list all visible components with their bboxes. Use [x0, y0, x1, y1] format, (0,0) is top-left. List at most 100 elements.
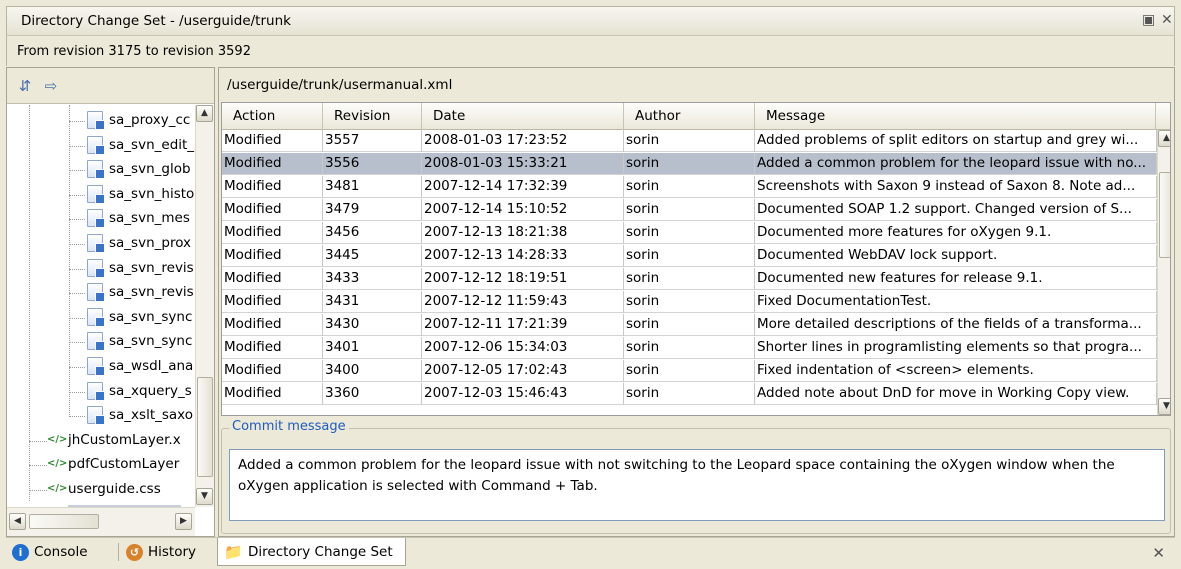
- tree-item-label: sa_svn_glob: [109, 161, 191, 178]
- scroll-up-arrow-icon[interactable]: ▲: [1158, 130, 1170, 147]
- tree-item-label: sa_svn_prox: [109, 235, 192, 251]
- table-row[interactable]: Modified 3430 2007-12-11 17:21:39 sorin More…: [222, 314, 1157, 336]
- tree-vertical-scrollbar[interactable]: ▲ ▼: [195, 105, 214, 507]
- cell-action: Modified: [222, 176, 323, 198]
- tree-item[interactable]: sa_proxy_cc: [87, 108, 190, 133]
- tree-item[interactable]: sa_wsdl_ana: [87, 354, 193, 379]
- view-tab-bar: i Console ↺ History 📁 Directory Change S…: [6, 537, 1175, 567]
- expand-icon[interactable]: ⇨: [41, 76, 61, 96]
- path-bar: /userguide/trunk/usermanual.xml: [219, 68, 1174, 102]
- table-row[interactable]: Modified 3456 2007-12-13 18:21:38 sorin Docu…: [222, 222, 1157, 244]
- tree-item[interactable]: </>pdfCustomLayer: [47, 452, 179, 477]
- history-icon: ↺: [126, 544, 143, 561]
- restore-window-icon[interactable]: ▣: [1142, 12, 1155, 28]
- tree-item-label: sa_svn_histo: [109, 185, 195, 202]
- table-row[interactable]: Modified 3360 2007-12-03 15:46:43 sorin Adde…: [222, 383, 1157, 405]
- file-icon: [87, 135, 105, 155]
- cell-revision: 3557: [323, 130, 422, 152]
- table-header: Action Revision Date Author Message: [222, 103, 1170, 130]
- column-header-author[interactable]: Author: [624, 103, 755, 130]
- column-header-revision[interactable]: Revision: [323, 103, 422, 130]
- column-header-date[interactable]: Date: [422, 103, 624, 130]
- cell-author: sorin: [624, 314, 755, 336]
- tree-item-label: sa_wsdl_ana: [109, 358, 194, 374]
- scroll-down-arrow-icon[interactable]: ▼: [196, 488, 213, 505]
- scroll-right-arrow-icon[interactable]: ▶: [175, 513, 192, 530]
- resource-tree-panel: ⇵ ⇨ sa_proxy_cc sa_svn_edit_ sa_svn_glob sa…: [6, 67, 215, 537]
- cell-action: Modified: [222, 291, 323, 313]
- cell-message: Documented new features for release 9.1.: [755, 268, 1157, 290]
- cell-author: sorin: [624, 130, 755, 152]
- column-header-message[interactable]: Message: [755, 103, 1156, 130]
- view-title-bar: Directory Change Set - /userguide/trunk …: [6, 6, 1175, 36]
- table-row[interactable]: Modified 3445 2007-12-13 14:28:33 sorin Docu…: [222, 245, 1157, 267]
- revisions-table[interactable]: Action Revision Date Author Message Modi…: [221, 102, 1171, 416]
- cell-revision: 3433: [323, 268, 422, 290]
- window-title: Directory Change Set - /userguide/trunk: [21, 13, 291, 29]
- cell-author: sorin: [624, 268, 755, 290]
- tree-horizontal-scrollbar[interactable]: ◀ ▶: [7, 507, 195, 536]
- scroll-down-arrow-icon[interactable]: ▼: [1158, 398, 1170, 415]
- table-row[interactable]: Modified 3479 2007-12-14 15:10:52 sorin Docu…: [222, 199, 1157, 221]
- table-row[interactable]: Modified 3556 2008-01-03 15:33:21 sorin Adde…: [222, 153, 1157, 175]
- revision-range-bar: From revision 3175 to revision 3592: [6, 36, 1175, 66]
- tab-history[interactable]: ↺ History: [122, 538, 216, 566]
- tab-directory-change-set-label: Directory Change Set: [248, 544, 393, 560]
- cell-message: Added problems of split editors on start…: [755, 130, 1157, 152]
- cell-date: 2007-12-12 18:19:51: [422, 268, 624, 290]
- commit-message-text[interactable]: Added a common problem for the leopard i…: [229, 449, 1165, 521]
- tree-item-label: pdfCustomLayer: [68, 456, 180, 473]
- tree-item[interactable]: sa_svn_revis: [87, 280, 194, 305]
- tree-item[interactable]: sa_svn_sync: [87, 305, 192, 330]
- resource-path: /userguide/trunk/usermanual.xml: [227, 77, 453, 93]
- tree-item[interactable]: sa_svn_edit_: [87, 133, 194, 158]
- tree-item[interactable]: sa_svn_sync: [87, 329, 192, 354]
- scroll-left-arrow-icon[interactable]: ◀: [9, 513, 26, 530]
- tree-item[interactable]: sa_svn_glob: [87, 157, 191, 182]
- cell-message: Documented WebDAV lock support.: [755, 245, 1157, 267]
- cell-revision: 3431: [323, 291, 422, 313]
- css-file-icon: </>: [47, 483, 68, 494]
- tree-item-label: sa_proxy_cc: [109, 112, 191, 128]
- close-icon[interactable]: ✕: [1161, 12, 1173, 28]
- cell-action: Modified: [222, 245, 323, 267]
- table-row[interactable]: Modified 3481 2007-12-14 17:32:39 sorin Scre…: [222, 176, 1157, 198]
- table-row[interactable]: Modified 3401 2007-12-06 15:34:03 sorin Shor…: [222, 337, 1157, 359]
- resource-tree[interactable]: sa_proxy_cc sa_svn_edit_ sa_svn_glob sa_svn…: [7, 105, 195, 507]
- revision-range-label: From revision 3175 to revision 3592: [17, 44, 251, 59]
- cell-action: Modified: [222, 383, 323, 405]
- cell-message: Screenshots with Saxon 9 instead of Saxo…: [755, 176, 1157, 198]
- table-row[interactable]: Modified 3557 2008-01-03 17:23:52 sorin Adde…: [222, 130, 1157, 152]
- table-vertical-scrollbar[interactable]: ▲ ▼: [1157, 130, 1170, 415]
- scroll-thumb[interactable]: [1159, 172, 1170, 258]
- cell-action: Modified: [222, 199, 323, 221]
- table-row[interactable]: Modified 3400 2007-12-05 17:02:43 sorin Fixe…: [222, 360, 1157, 382]
- table-row[interactable]: Modified 3433 2007-12-12 18:19:51 sorin Docu…: [222, 268, 1157, 290]
- tree-item[interactable]: sa_svn_revis: [87, 256, 194, 281]
- hscroll-thumb[interactable]: [29, 514, 99, 529]
- cell-date: 2007-12-13 14:28:33: [422, 245, 624, 267]
- tree-item[interactable]: sa_svn_prox: [87, 231, 191, 256]
- cell-date: 2007-12-14 17:32:39: [422, 176, 624, 198]
- scroll-thumb[interactable]: [197, 377, 213, 477]
- cell-revision: 3430: [323, 314, 422, 336]
- tree-item[interactable]: </>userguide.css: [47, 477, 161, 502]
- tree-item[interactable]: sa_xquery_s: [87, 379, 192, 404]
- scroll-up-arrow-icon[interactable]: ▲: [196, 105, 213, 122]
- close-icon[interactable]: ✕: [1152, 544, 1165, 562]
- info-icon: i: [12, 544, 29, 561]
- cell-author: sorin: [624, 383, 755, 405]
- cell-author: sorin: [624, 360, 755, 382]
- sync-icon[interactable]: ⇵: [15, 76, 35, 96]
- column-header-action[interactable]: Action: [222, 103, 323, 130]
- tree-item-label: sa_svn_sync: [109, 333, 193, 350]
- tree-item[interactable]: </>jhCustomLayer.x: [47, 428, 181, 453]
- cell-author: sorin: [624, 199, 755, 221]
- tree-item[interactable]: sa_xslt_saxo: [87, 403, 193, 428]
- table-row[interactable]: Modified 3431 2007-12-12 11:59:43 sorin Fixe…: [222, 291, 1157, 313]
- tab-directory-change-set[interactable]: 📁 Directory Change Set: [217, 538, 406, 566]
- tree-item[interactable]: sa_svn_mes: [87, 206, 190, 231]
- tab-console[interactable]: i Console: [8, 538, 116, 566]
- cell-date: 2008-01-03 17:23:52: [422, 130, 624, 152]
- tree-item[interactable]: sa_svn_histo: [87, 182, 194, 207]
